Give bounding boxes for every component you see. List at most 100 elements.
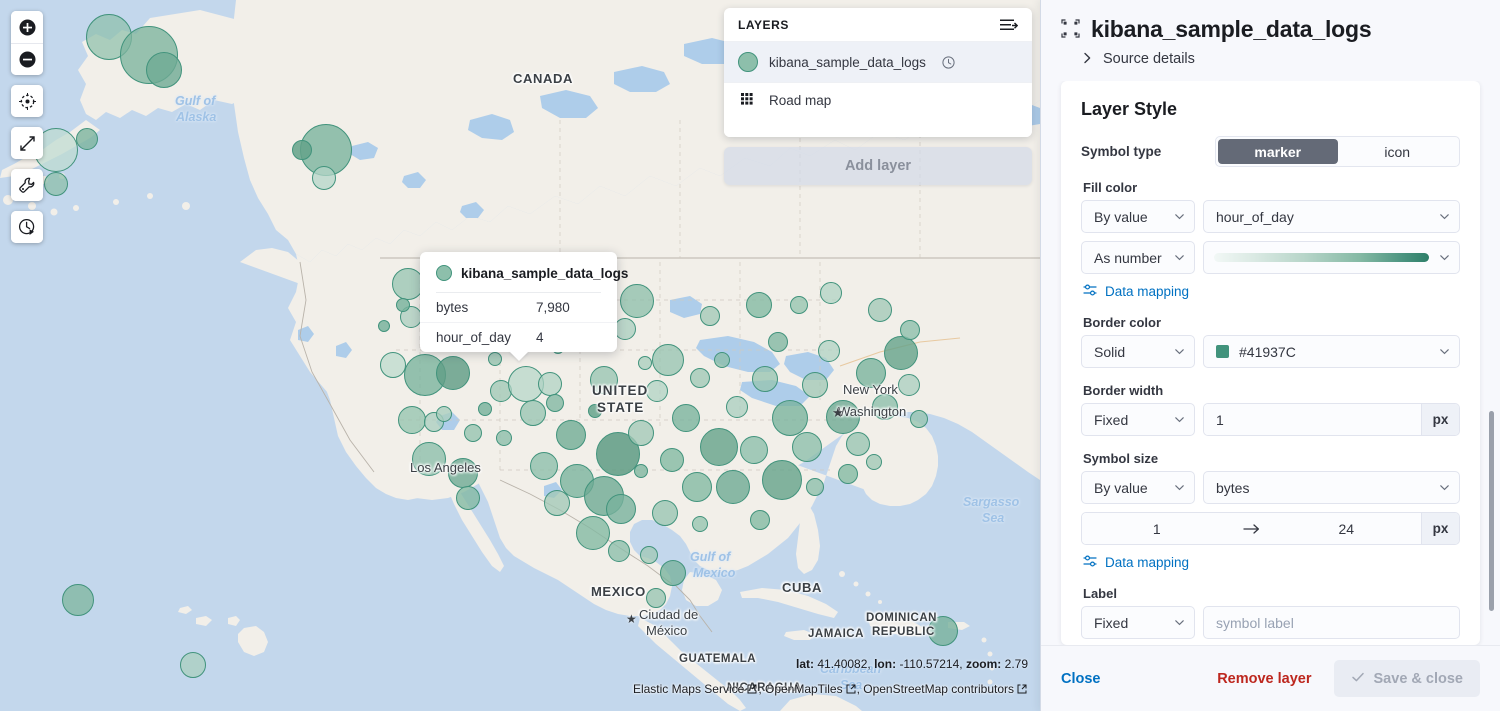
fill-color-number-mode-select[interactable]: As number: [1081, 241, 1195, 274]
layer-item-kibana-sample-data-logs[interactable]: kibana_sample_data_logs: [724, 42, 1032, 82]
source-details-label: Source details: [1103, 51, 1195, 67]
border-width-group: Border width Fixed 1 px: [1081, 383, 1460, 436]
layer-style-card: Layer Style Symbol type marker icon Fill…: [1061, 81, 1480, 645]
external-link-icon: [1017, 683, 1027, 697]
zoom-out-icon: [19, 51, 35, 68]
symbol-size-data-mapping-link[interactable]: Data mapping: [1083, 554, 1460, 571]
map-canvas[interactable]: .land { fill:#f2efe9; } .lake { fill:#ae…: [0, 0, 1040, 711]
chevron-down-icon: [1439, 252, 1450, 263]
border-color-value-select[interactable]: #41937C: [1203, 335, 1460, 368]
layers-card: LAYERS kibana_sample_data_logs Road map: [724, 8, 1032, 137]
zoom-out-button[interactable]: [11, 43, 43, 75]
label-controls-row: Fixed symbol label: [1081, 606, 1460, 639]
lat-value: 41.40082: [817, 657, 868, 671]
layer-order-icon: [1000, 19, 1018, 30]
fill-color-ramp-select[interactable]: [1203, 241, 1460, 274]
symbol-type-toggle-group[interactable]: marker icon: [1215, 136, 1460, 167]
layer-order-button[interactable]: [1000, 18, 1018, 32]
page-title: kibana_sample_data_logs: [1091, 16, 1372, 42]
border-width-controls-row: Fixed 1 px: [1081, 403, 1460, 436]
border-width-mode-value: Fixed: [1094, 411, 1129, 428]
fit-to-bounds-button[interactable]: [11, 85, 43, 117]
symbol-size-mode-select[interactable]: By value: [1081, 471, 1195, 504]
symbol-size-min-input[interactable]: 1: [1082, 513, 1232, 544]
label-section-label: Label: [1083, 586, 1117, 601]
fill-color-label: Fill color: [1083, 180, 1138, 195]
external-link-icon: [747, 683, 757, 697]
close-button[interactable]: Close: [1061, 671, 1101, 687]
data-mapping-icon: [1083, 283, 1097, 300]
tooltip-row: bytes 7,980: [420, 293, 617, 322]
clock-icon: [942, 55, 955, 69]
add-layer-button[interactable]: Add layer: [724, 147, 1032, 185]
timeslider-control: [11, 211, 43, 243]
fill-color-field-select[interactable]: hour_of_day: [1203, 200, 1460, 233]
map-attribution: Elastic Maps Service, OpenMapTiles, Open…: [633, 682, 1028, 697]
save-and-close-button[interactable]: Save & close: [1333, 660, 1480, 697]
map-toolbar: [11, 11, 43, 253]
border-color-value: #41937C: [1239, 343, 1296, 360]
vector-layer-icon: [1061, 18, 1080, 41]
flyout-scrollbar-thumb[interactable]: [1489, 411, 1494, 611]
fill-color-number-mode-value: As number: [1094, 249, 1162, 266]
flyout-footer: Close Remove layer Save & close: [1041, 645, 1500, 711]
symbol-type-option-marker[interactable]: marker: [1218, 139, 1338, 164]
chevron-down-icon: [1174, 211, 1185, 222]
layer-symbol-circle-icon: [738, 52, 758, 72]
symbol-type-option-icon[interactable]: icon: [1338, 139, 1458, 164]
chevron-down-icon: [1174, 617, 1185, 628]
color-ramp-preview: [1214, 253, 1429, 262]
flyout-header: kibana_sample_data_logs Source details: [1041, 0, 1500, 81]
attribution-link-openmaptiles[interactable]: OpenMapTiles: [765, 682, 857, 696]
layer-settings-flyout: kibana_sample_data_logs Source details L…: [1040, 0, 1500, 711]
source-details-accordion[interactable]: Source details: [1081, 51, 1480, 67]
zoom-in-icon: [19, 19, 35, 35]
map-coordinates-readout: lat: 41.40082, lon: -110.57214, zoom: 2.…: [796, 657, 1028, 671]
check-icon: [1351, 670, 1365, 688]
external-link-icon: [846, 683, 856, 697]
fill-color-controls-row-1: By value hour_of_day: [1081, 200, 1460, 233]
symbol-size-field-select[interactable]: bytes: [1203, 471, 1460, 504]
save-and-close-label: Save & close: [1373, 670, 1463, 687]
symbol-size-controls-row-1: By value bytes: [1081, 471, 1460, 504]
chevron-right-icon: [1081, 51, 1093, 67]
tooltip-header: kibana_sample_data_logs: [420, 252, 628, 292]
arrow-right-icon: [1232, 513, 1272, 544]
lon-value: -110.57214: [899, 657, 960, 671]
label-mode-select[interactable]: Fixed: [1081, 606, 1195, 639]
color-swatch: [1216, 345, 1229, 358]
zoom-in-button[interactable]: [11, 11, 43, 43]
attribution-link-openstreetmap-contributors[interactable]: OpenStreetMap contributors: [863, 682, 1028, 696]
chevron-down-icon: [1439, 482, 1450, 493]
fill-color-mode-select[interactable]: By value: [1081, 200, 1195, 233]
tools-icon: [19, 177, 35, 193]
fullscreen-button[interactable]: [11, 127, 43, 159]
border-color-group: Border color Solid #41937C: [1081, 315, 1460, 368]
border-width-mode-select[interactable]: Fixed: [1081, 403, 1195, 436]
border-color-mode-select[interactable]: Solid: [1081, 335, 1195, 368]
symbol-size-range-group: 1 24 px: [1081, 512, 1460, 545]
layer-item-road-map[interactable]: Road map: [724, 83, 1032, 118]
remove-layer-button[interactable]: Remove layer: [1217, 671, 1311, 687]
layers-header: LAYERS: [724, 8, 1032, 42]
tooltip-title: kibana_sample_data_logs: [461, 265, 629, 281]
tooltip-key: bytes: [436, 300, 469, 315]
fill-color-data-mapping-link[interactable]: Data mapping: [1083, 283, 1460, 300]
chevron-down-icon: [1174, 346, 1185, 357]
label-text-input[interactable]: symbol label: [1203, 606, 1460, 639]
symbol-size-range-row: 1 24 px: [1081, 512, 1460, 545]
symbol-size-label: Symbol size: [1083, 451, 1159, 466]
zoom-value: 2.79: [1004, 657, 1028, 671]
attribution-link-elastic-maps-service[interactable]: Elastic Maps Service: [633, 682, 758, 696]
tooltip-value: 7,980: [536, 300, 570, 315]
tools-button[interactable]: [11, 169, 43, 201]
tooltip-row: hour_of_day 4: [420, 322, 617, 352]
data-mapping-label: Data mapping: [1105, 284, 1190, 299]
symbol-size-max-input[interactable]: 24: [1271, 513, 1421, 544]
symbol-type-row: Symbol type marker icon: [1081, 136, 1460, 167]
fullscreen-control: [11, 127, 43, 159]
border-color-label: Border color: [1083, 315, 1162, 330]
flyout-body: Layer Style Symbol type marker icon Fill…: [1041, 81, 1500, 645]
timeslider-button[interactable]: [11, 211, 43, 243]
border-width-input[interactable]: 1: [1204, 404, 1421, 435]
